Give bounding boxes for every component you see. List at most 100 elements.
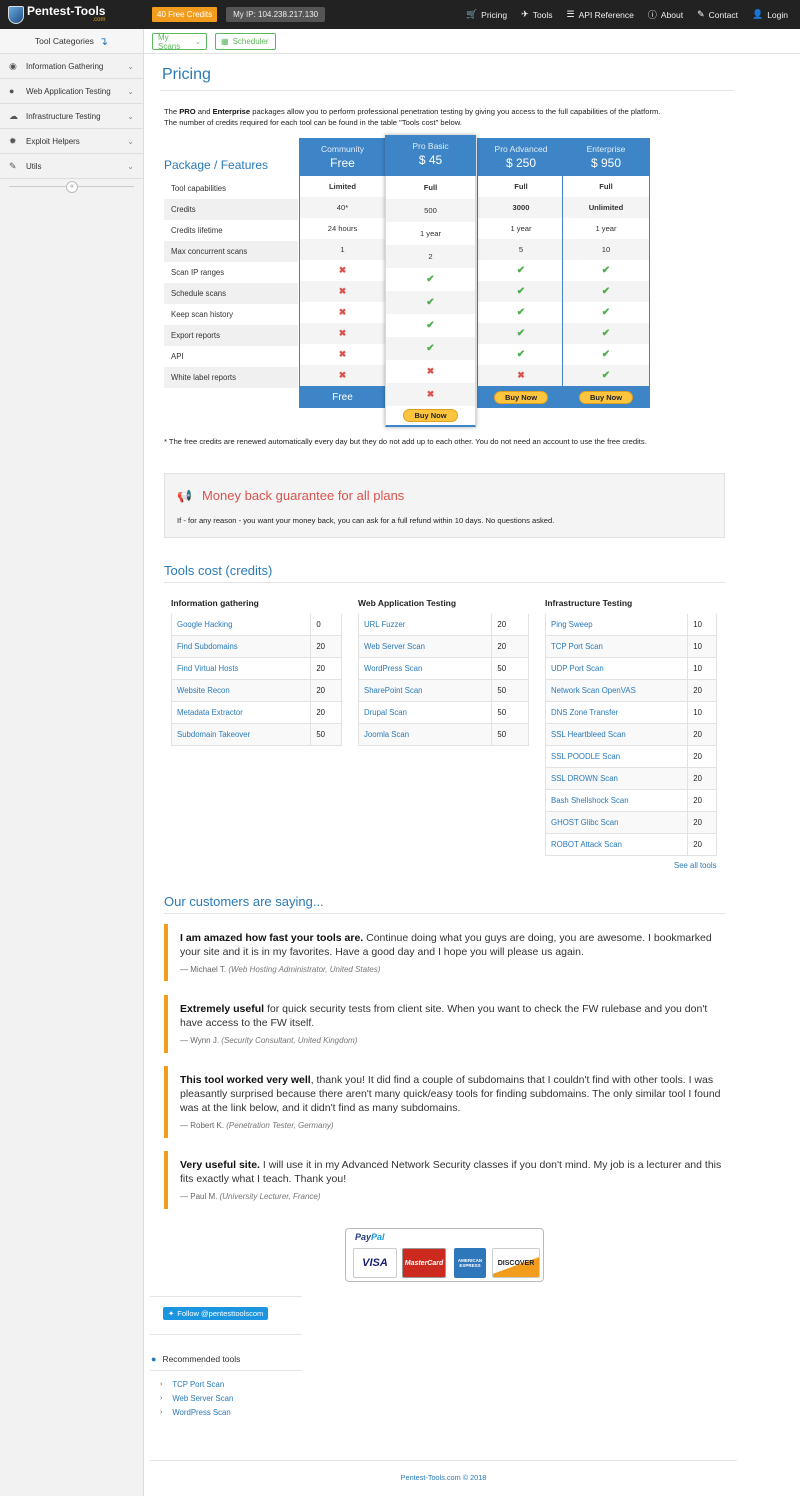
recommended-tools-list: › TCP Port Scan › Web Server Scan › WordPress…	[150, 1370, 302, 1419]
plan-cell: 3000	[477, 197, 565, 218]
nav-link-tools[interactable]: ✈ Tools	[521, 9, 552, 20]
nav-link-contact[interactable]: ✎ Contact	[697, 9, 738, 20]
tool-cost-row: WordPress Scan 50	[358, 658, 529, 680]
tool-credits: 10	[693, 664, 702, 673]
nav-link-about[interactable]: ⓘ About	[648, 8, 683, 21]
tool-link[interactable]: TCP Port Scan	[546, 636, 689, 657]
tools-cost-divider	[164, 582, 725, 583]
tool-link[interactable]: Web Server Scan	[359, 636, 493, 657]
recommended-tool-item[interactable]: › Web Server Scan	[160, 1391, 302, 1405]
tool-link[interactable]: Bash Shellshock Scan	[546, 790, 689, 811]
logo[interactable]: Pentest-Tools .com	[8, 5, 146, 24]
recommended-tool-item[interactable]: › TCP Port Scan	[160, 1377, 302, 1391]
package-features-label: Package / Features	[164, 158, 269, 172]
tool-link[interactable]: Google Hacking	[172, 614, 312, 635]
testimonial-highlight: This tool worked very well	[180, 1074, 311, 1086]
buy-now-button[interactable]: Buy Now	[578, 390, 634, 404]
sidebar-item-exploit-helpers[interactable]: ✹ Exploit Helpers ⌄	[0, 129, 143, 154]
buy-now-button[interactable]: Buy Now	[403, 409, 458, 422]
plan-cell: 1 year	[385, 222, 476, 245]
free-credits-footnote: * The free credits are renewed automatic…	[164, 437, 647, 446]
tool-credits: 10	[693, 642, 702, 651]
sidebar-item-web-application-testing[interactable]: ● Web Application Testing ⌄	[0, 79, 143, 104]
tool-link[interactable]: Find Subdomains	[172, 636, 312, 657]
tool-credits: 20	[316, 686, 325, 695]
intro-pro: PRO	[179, 107, 196, 116]
tool-link[interactable]: SharePoint Scan	[359, 680, 493, 701]
tool-credits: 20	[316, 642, 325, 651]
tool-link[interactable]: Subdomain Takeover	[172, 724, 312, 745]
feature-label: Max concurrent scans	[164, 241, 298, 262]
plan-column-community: Community Free Limited 40* 24 hours 1 ✖ ✖ ✖ ✖ ✖ ✖ Fr…	[299, 138, 386, 408]
tool-link[interactable]: URL Fuzzer	[359, 614, 493, 635]
tool-link[interactable]: Drupal Scan	[359, 702, 493, 723]
payment-methods: PayPal VISA MasterCard AMERICAN EXPRESS …	[345, 1228, 544, 1282]
chevron-right-icon: ›	[160, 1408, 163, 1416]
scheduler-button[interactable]: ▦ Scheduler	[215, 33, 276, 50]
plan-cell: 5	[477, 239, 565, 260]
plan-cell: ✖	[299, 344, 386, 365]
free-credits-badge[interactable]: 40 Free Credits	[152, 7, 218, 22]
tool-link[interactable]: Metadata Extractor	[172, 702, 312, 723]
pricing-table: Package / Features Tool capabilities Cred…	[164, 135, 652, 427]
recommended-tools: ● Recommended tools › TCP Port Scan › Web S…	[150, 1334, 302, 1419]
tool-group-title: Web Application Testing	[358, 598, 457, 608]
intro-text-part: packages allow you to perform profession…	[250, 107, 661, 116]
tool-link[interactable]: GHOST Glibc Scan	[546, 812, 689, 833]
recommended-tool-item[interactable]: › WordPress Scan	[160, 1405, 302, 1419]
tool-link[interactable]: Ping Sweep	[546, 614, 689, 635]
tool-link[interactable]: SSL POODLE Scan	[546, 746, 689, 767]
twitter-icon: ✦	[168, 1309, 175, 1318]
sidebar-item-label: Information Gathering	[26, 61, 104, 71]
nav-link-label: API Reference	[578, 9, 634, 20]
sidebar: Tool Categories ↴ ◉ Information Gathering…	[0, 29, 144, 1496]
tool-group-1: Web Application Testing URL Fuzzer 20 Web S…	[358, 598, 529, 746]
tool-credits: 0	[316, 620, 321, 629]
nav-link-api-reference[interactable]: ☰ API Reference	[567, 9, 634, 20]
recommended-tool-link[interactable]: WordPress Scan	[172, 1408, 230, 1417]
plan-cell: 40*	[299, 197, 386, 218]
plan-cell: ✖	[299, 281, 386, 302]
plan-cell: Full	[562, 176, 650, 197]
recommended-tool-link[interactable]: TCP Port Scan	[172, 1380, 224, 1389]
check-icon: ✔	[601, 328, 611, 339]
collapse-sidebar-button[interactable]: «	[66, 181, 78, 193]
intro-text-part: and	[195, 107, 213, 116]
sidebar-item-information-gathering[interactable]: ◉ Information Gathering ⌄	[0, 54, 143, 79]
chevron-down-icon: ⌄	[127, 136, 134, 146]
tool-link[interactable]: WordPress Scan	[359, 658, 493, 679]
feature-label: Keep scan history	[171, 310, 233, 319]
sidebar-item-utils[interactable]: ✎ Utils ⌄	[0, 154, 143, 179]
tool-cost-row: Metadata Extractor 20	[171, 702, 342, 724]
tool-link[interactable]: ROBOT Attack Scan	[546, 834, 689, 855]
sidebar-item-infrastructure-testing[interactable]: ☁ Infrastructure Testing ⌄	[0, 104, 143, 129]
tool-link[interactable]: SSL Heartbleed Scan	[546, 724, 689, 745]
testimonial-role: (University Lecturer, France)	[219, 1192, 321, 1201]
tool-link[interactable]: Joomla Scan	[359, 724, 493, 745]
tool-link[interactable]: Network Scan OpenVAS	[546, 680, 689, 701]
footer-copyright: Pentest-Tools.com © 2018	[400, 1473, 487, 1482]
tool-link[interactable]: DNS Zone Transfer	[546, 702, 689, 723]
tool-link[interactable]: UDP Port Scan	[546, 658, 689, 679]
recommended-tool-link[interactable]: Web Server Scan	[172, 1394, 233, 1403]
see-all-tools-link[interactable]: See all tools	[674, 861, 716, 870]
testimonials-title: Our customers are saying...	[164, 894, 324, 909]
recommended-tools-header: ● Recommended tools	[151, 1354, 302, 1364]
tool-cost-row: DNS Zone Transfer 10	[545, 702, 717, 724]
tool-group-2: Infrastructure Testing Ping Sweep 10 TCP Po…	[545, 598, 717, 856]
my-scans-dropdown[interactable]: My Scans ⌄	[152, 33, 207, 51]
plan-cell: Unlimited	[562, 197, 650, 218]
plan-cell: ✔	[477, 281, 565, 302]
tool-cost-row: URL Fuzzer 20	[358, 614, 529, 636]
nav-link-pricing[interactable]: 🛒 Pricing	[466, 9, 507, 20]
nav-link-login[interactable]: 👤 Login	[752, 9, 788, 20]
user-icon: 👤	[751, 9, 764, 19]
tool-link[interactable]: Find Virtual Hosts	[172, 658, 312, 679]
cross-icon: ✖	[338, 349, 347, 359]
twitter-follow-button[interactable]: ✦ Follow @pentesttoolscom	[163, 1307, 269, 1320]
tool-link[interactable]: SSL DROWN Scan	[546, 768, 689, 789]
sidebar-bottom-divider	[150, 1296, 302, 1297]
testimonial-author-line: — Paul M. (University Lecturer, France)	[180, 1192, 321, 1201]
buy-now-button[interactable]: Buy Now	[493, 390, 549, 404]
tool-link[interactable]: Website Recon	[172, 680, 312, 701]
